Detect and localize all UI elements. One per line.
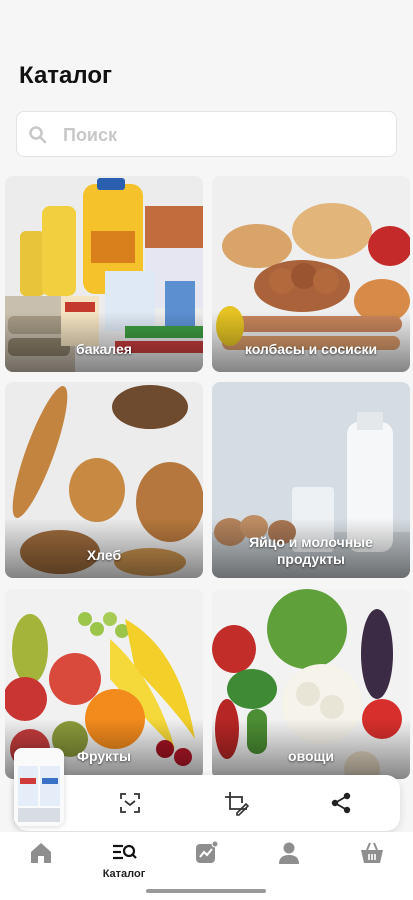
floating-toolbar (14, 775, 400, 831)
promo-chart-icon (196, 840, 219, 863)
category-label: овощи (288, 748, 334, 764)
search-input[interactable] (63, 122, 383, 148)
share-icon[interactable] (327, 789, 355, 817)
category-tile-grocery[interactable]: бакалея (5, 176, 203, 372)
nav-basket[interactable] (337, 840, 407, 884)
category-label: колбасы и сосиски (244, 341, 378, 357)
nav-promo[interactable] (171, 840, 241, 884)
nav-profile[interactable] (254, 840, 324, 884)
basket-icon (361, 842, 383, 863)
search-bar[interactable] (16, 111, 397, 157)
catalog-search-icon (113, 844, 137, 860)
thumbnail-preview (14, 748, 64, 826)
nav-home[interactable] (6, 840, 76, 884)
screenshot-thumbnail[interactable] (14, 748, 64, 826)
category-label: Хлеб (86, 547, 122, 563)
category-tile-bread[interactable]: Хлеб (5, 382, 203, 578)
profile-icon (279, 842, 299, 864)
scan-icon[interactable] (116, 789, 144, 817)
nav-catalog-label: Каталог (102, 868, 146, 880)
category-label: Яйцо и молочные продукты (249, 534, 373, 567)
home-icon (31, 843, 51, 863)
category-label: бакалея (76, 341, 132, 357)
category-tile-dairy[interactable]: Яйцо и молочные продукты (212, 382, 410, 578)
home-indicator (146, 889, 266, 893)
page-title: Каталог (19, 62, 112, 89)
category-tile-vegetables[interactable]: овощи (212, 589, 410, 779)
search-icon (29, 126, 47, 144)
nav-catalog[interactable]: Каталог (89, 840, 159, 884)
crop-edit-icon[interactable] (222, 789, 250, 817)
category-tile-sausages[interactable]: колбасы и сосиски (212, 176, 410, 372)
